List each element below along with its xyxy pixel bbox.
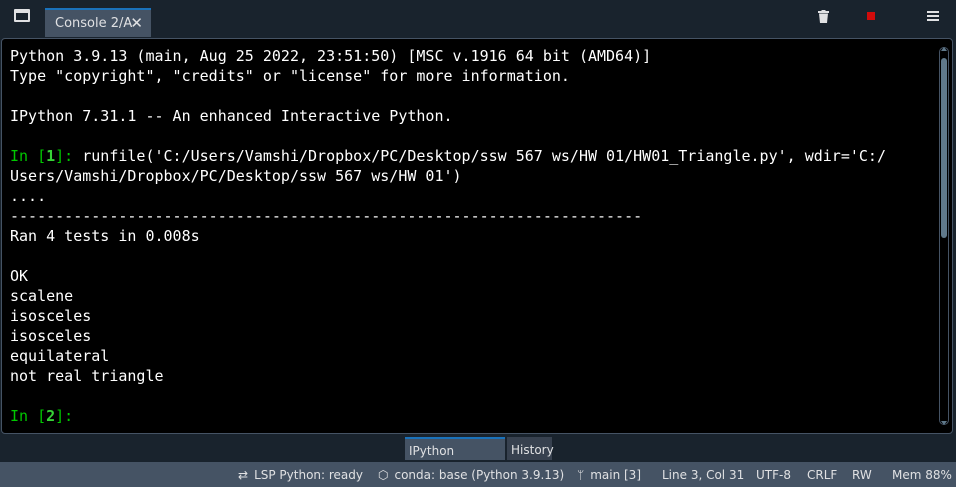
output-line-5: not real triangle [10,367,164,385]
conda-status[interactable]: ⬡ conda: base (Python 3.9.13) [378,468,564,482]
memory-usage: Mem 88% [892,468,952,482]
console-tab-label: Console 2/A [55,16,133,31]
prompt-in-1: In [1]: [10,147,83,165]
prompt-in-2[interactable]: In [2]: [10,407,73,425]
top-toolbar: Console 2/A ✕ [0,0,956,38]
scrollbar-thumb[interactable] [941,58,947,238]
test-dots: .... [10,187,47,205]
vertical-scrollbar[interactable] [939,47,949,425]
output-line-3: isosceles [10,327,92,345]
scroll-down-arrow-icon[interactable] [941,421,947,425]
close-icon[interactable]: ✕ [130,15,143,31]
test-result: OK [10,267,29,285]
line-endings: CRLF [807,468,838,482]
file-permissions: RW [852,468,872,482]
separator-line: ----------------------------------------… [10,207,643,225]
pane-tabs: IPython Console History [0,436,956,482]
file-encoding: UTF-8 [756,468,791,482]
trash-icon[interactable] [818,10,829,23]
ipython-console[interactable]: Python 3.9.13 (main, Aug 25 2022, 23:51:… [1,38,953,434]
banner-line-2: Type "copyright", "credits" or "license"… [10,67,570,85]
lsp-status[interactable]: ⇄ LSP Python: ready [238,468,363,482]
menu-icon[interactable] [927,11,939,21]
output-line-1: scalene [10,287,74,305]
window-icon[interactable] [14,9,30,22]
command-line-1-cont: Users/Vamshi/Dropbox/PC/Desktop/ssw 567 … [10,167,462,185]
command-line-1: runfile('C:/Users/Vamshi/Dropbox/PC/Desk… [82,147,886,165]
git-branch-icon: ᛘ [577,468,585,482]
scroll-up-arrow-icon[interactable] [941,47,947,51]
console-tab[interactable]: Console 2/A ✕ [45,8,151,37]
lsp-icon: ⇄ [238,468,249,482]
tab-ipython-console[interactable]: IPython Console [405,437,505,482]
console-output: Python 3.9.13 (main, Aug 25 2022, 23:51:… [10,46,930,426]
stop-icon[interactable] [867,12,875,20]
cube-icon: ⬡ [378,468,389,482]
status-bar: ⇄ LSP Python: ready ⬡ conda: base (Python … [0,462,956,487]
banner-line-1: Python 3.9.13 (main, Aug 25 2022, 23:51:… [10,47,652,65]
output-line-2: isosceles [10,307,92,325]
git-status[interactable]: ᛘ main [3] [577,468,641,482]
banner-line-3: IPython 7.31.1 -- An enhanced Interactiv… [10,107,453,125]
tab-history[interactable]: History [507,437,554,460]
test-summary: Ran 4 tests in 0.008s [10,227,200,245]
output-line-4: equilateral [10,347,110,365]
cursor-position: Line 3, Col 31 [662,468,745,482]
